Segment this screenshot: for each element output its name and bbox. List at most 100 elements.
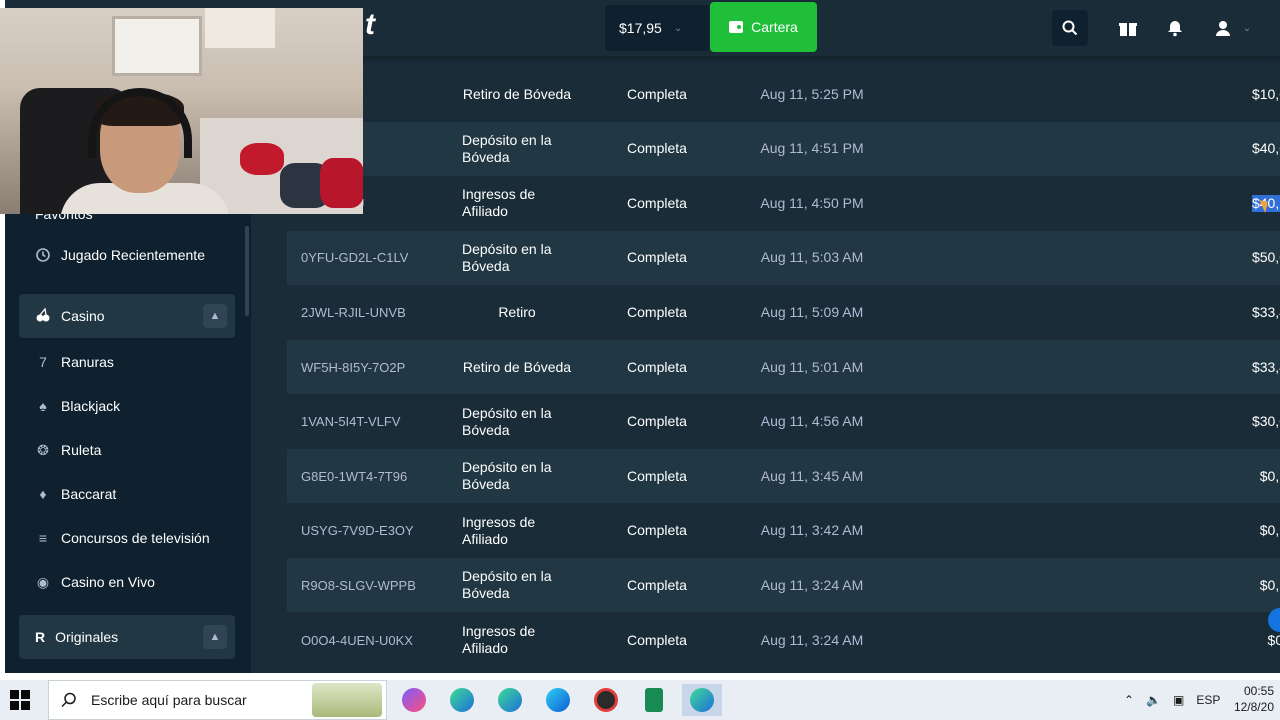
taskbar-app-messenger[interactable]: [394, 684, 434, 716]
transaction-id: R9O8-SLGV-WPPB: [301, 558, 441, 612]
taskbar-app-edge-3[interactable]: [538, 684, 578, 716]
transaction-date-text: Aug 11, 4:51 PM: [760, 140, 864, 157]
gift-icon[interactable]: [1110, 10, 1146, 46]
chevron-up-icon[interactable]: ▲: [203, 625, 227, 649]
transaction-type: Retiro de Bóveda: [442, 340, 592, 394]
sidebar-item-recent[interactable]: Jugado Recientemente: [35, 235, 205, 275]
transaction-type: Ingresos de Afiliado: [442, 504, 592, 558]
transaction-id-text: 2JWL-RJIL-UNVB: [301, 304, 406, 320]
transaction-date-text: Aug 11, 5:25 PM: [760, 85, 864, 102]
network-icon[interactable]: ▣: [1173, 693, 1184, 707]
transaction-id-text: 0YFU-GD2L-C1LV: [301, 250, 409, 266]
blackjack-icon: ♠: [39, 398, 47, 414]
wallet-button[interactable]: Cartera: [710, 2, 817, 52]
taskbar-app-edge-active[interactable]: [682, 684, 722, 716]
transactions-table: E-Y5I5Retiro de BóvedaCompletaAug 11, 5:…: [267, 56, 1280, 673]
transaction-status-text: Completa: [627, 467, 687, 484]
sidebar-scrollbar[interactable]: [245, 226, 249, 316]
table-row[interactable]: G8E0-1WT4-7T96 Depósito en la Bóveda Compl…: [287, 449, 1280, 504]
transaction-id: WF5H-8I5Y-7O2P: [301, 340, 441, 394]
transaction-id: 0YFU-GD2L-C1LV: [301, 231, 441, 285]
table-row[interactable]: W-37Z2Depósito en la BóvedaCompletaAug 1…: [287, 121, 1280, 176]
transaction-type-text: Ingresos de Afiliado: [462, 186, 536, 220]
balance-selector[interactable]: $17,95 ⌄: [605, 5, 709, 51]
transaction-date-text: Aug 11, 5:09 AM: [760, 303, 864, 320]
table-row[interactable]: 1VAN-5I4T-VLFV Depósito en la Bóveda Compl…: [287, 395, 1280, 449]
taskbar-search[interactable]: Escribe aquí para buscar: [48, 680, 387, 720]
transaction-date-text: Aug 11, 3:45 AM: [760, 467, 864, 484]
language-indicator[interactable]: ESP: [1196, 693, 1220, 707]
table-row[interactable]: WF5H-8I5Y-7O2P Retiro de Bóveda Completa Au…: [287, 340, 1280, 394]
chevron-down-icon: ⌄: [673, 22, 683, 34]
sidebar-item-label: Casino en Vivo: [61, 574, 155, 590]
transaction-status-text: Completa: [627, 85, 687, 102]
transaction-status-text: Completa: [627, 522, 687, 539]
transaction-date: Aug 11, 5:03 AM: [727, 231, 897, 285]
transaction-status: Completa: [607, 176, 707, 230]
sidebar-item-baccarat[interactable]: ♦ Baccarat: [35, 474, 116, 514]
table-row[interactable]: 0YFU-GD2L-C1LV Depósito en la Bóveda Compl…: [287, 230, 1280, 285]
sidebar-group-originals[interactable]: R Originales ▲: [19, 615, 235, 659]
game-show-icon: ≡: [38, 530, 48, 546]
user-icon[interactable]: [1205, 10, 1241, 46]
taskbar-app-calculator[interactable]: [634, 684, 674, 716]
transaction-date: Aug 11, 3:42 AM: [727, 504, 897, 558]
transaction-status-text: Completa: [627, 194, 687, 211]
transaction-amount: $30,0: [1217, 395, 1280, 449]
search-icon[interactable]: [1052, 10, 1088, 46]
taskbar-app-edge-1[interactable]: [442, 684, 482, 716]
chevron-up-icon[interactable]: ▲: [203, 304, 227, 328]
transaction-amount: $40,0: [1217, 122, 1280, 176]
webcam-overlay: [0, 8, 363, 214]
transaction-amount-text: $33,4: [1251, 358, 1280, 375]
table-row[interactable]: E-Y5I5Retiro de BóvedaCompletaAug 11, 5:…: [287, 67, 1280, 121]
table-row[interactable]: O0O4-4UEN-U0KX Ingresos de Afiliado Comple…: [287, 613, 1280, 667]
clock-date: 12/8/20: [1233, 700, 1274, 714]
table-row[interactable]: R9O8-SLGV-WPPB Depósito en la Bóveda Compl…: [287, 558, 1280, 613]
sidebar-item-blackjack[interactable]: ♠ Blackjack: [35, 386, 120, 426]
sidebar-item-slots[interactable]: 7 Ranuras: [35, 342, 114, 382]
transaction-date: Aug 11, 4:50 PM: [727, 176, 897, 230]
transaction-amount-text: $40,0: [1251, 140, 1280, 157]
taskbar-clock[interactable]: 00:55 12/8/20: [1234, 683, 1274, 715]
transaction-date: Aug 11, 4:56 AM: [727, 395, 897, 449]
transaction-type-text: Depósito en la Bóveda: [462, 240, 552, 274]
sidebar-item-roulette[interactable]: ❂ Ruleta: [35, 430, 101, 470]
logo[interactable]: t: [365, 8, 375, 42]
windows-start-icon[interactable]: [10, 690, 30, 710]
transaction-type: Depósito en la Bóveda: [442, 558, 592, 612]
history-icon: [35, 247, 51, 263]
volume-icon[interactable]: 🔈: [1146, 693, 1161, 707]
taskbar-app-edge-2[interactable]: [490, 684, 530, 716]
transaction-amount-text: $0,1: [1259, 522, 1280, 539]
sidebar-group-casino[interactable]: Casino ▲: [19, 294, 235, 338]
transaction-date: Aug 11, 5:25 PM: [727, 67, 897, 121]
transaction-status-text: Completa: [627, 140, 687, 157]
chevron-down-icon[interactable]: ⌄: [1237, 10, 1257, 46]
sidebar-item-label: Ruleta: [61, 442, 102, 458]
transaction-date-text: Aug 11, 4:50 PM: [760, 194, 864, 211]
table-row[interactable]: USYG-7V9D-E3OY Ingresos de Afiliado Comple…: [287, 504, 1280, 558]
taskbar-app-obs[interactable]: [586, 684, 626, 716]
chevron-up-icon[interactable]: ⌃: [1124, 693, 1134, 707]
transaction-type: Retiro: [442, 285, 592, 339]
transaction-id: O0O4-4UEN-U0KX: [301, 613, 441, 667]
transaction-amount-text: $0,2: [1259, 576, 1280, 593]
transaction-status: Completa: [607, 395, 707, 449]
transaction-amount: $0,1: [1217, 449, 1280, 503]
table-row[interactable]: 2JWL-RJIL-UNVB Retiro Completa Aug 11, 5:09…: [287, 285, 1280, 339]
sidebar-item-live-casino[interactable]: ◉ Casino en Vivo: [35, 562, 155, 602]
transaction-type: Ingresos de Afiliado: [442, 176, 592, 230]
transaction-amount: $0,1: [1217, 504, 1280, 558]
originals-icon: R: [35, 629, 46, 645]
transaction-status: Completa: [607, 67, 707, 121]
sidebar-group-label: Casino: [61, 308, 105, 324]
slots-icon: 7: [39, 354, 47, 370]
sidebar-item-game-shows[interactable]: ≡ Concursos de televisión: [35, 518, 210, 558]
table-row[interactable]: VTZ-N4SUIngresos de AfiliadoCompletaAug …: [287, 176, 1280, 230]
transaction-date: Aug 11, 3:45 AM: [727, 449, 897, 503]
transaction-id: G8E0-1WT4-7T96: [301, 449, 441, 503]
bell-icon[interactable]: [1157, 10, 1193, 46]
transaction-id-text: WF5H-8I5Y-7O2P: [301, 359, 406, 375]
transaction-amount: $10,0: [1217, 67, 1280, 121]
